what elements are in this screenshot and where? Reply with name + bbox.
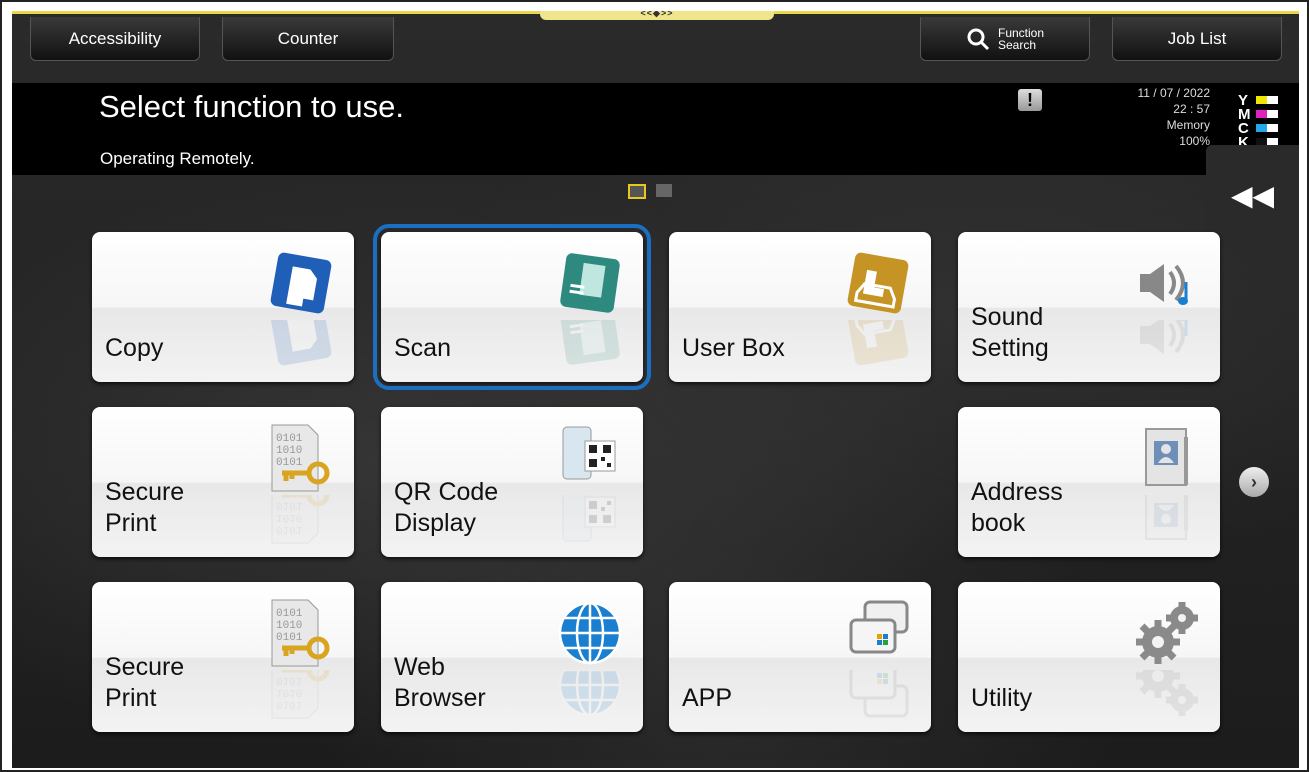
status-date: 11 / 07 / 2022 bbox=[1137, 86, 1210, 100]
svg-text:1010: 1010 bbox=[276, 620, 302, 632]
tile-label: Address book bbox=[971, 478, 1063, 537]
tile-secure-print-2[interactable]: 0101 1010 0101 0101 1010 0101 Secure Print bbox=[92, 582, 354, 732]
toner-levels: YMCK bbox=[1238, 91, 1278, 150]
scan-icon bbox=[555, 248, 625, 318]
display-frame: <<◆>> Accessibility Counter Function Sear… bbox=[0, 0, 1309, 772]
svg-text:0101: 0101 bbox=[276, 499, 303, 511]
toner-fill bbox=[1256, 96, 1267, 104]
tile-label: Scan bbox=[394, 334, 451, 362]
touch-screen: <<◆>> Accessibility Counter Function Sear… bbox=[12, 11, 1299, 768]
svg-text:0101: 0101 bbox=[276, 632, 303, 644]
user-box-icon-reflection bbox=[843, 320, 913, 370]
accessibility-button[interactable]: Accessibility bbox=[30, 17, 200, 61]
tile-label: Utility bbox=[971, 684, 1033, 712]
function-search-label: Function Search bbox=[997, 25, 1045, 52]
counter-button[interactable]: Counter bbox=[222, 17, 394, 61]
sound-icon-reflection bbox=[1132, 320, 1202, 370]
tile-web-browser[interactable]: Web Browser bbox=[381, 582, 643, 732]
svg-text:0101: 0101 bbox=[276, 674, 303, 686]
job-list-button[interactable]: Job List bbox=[1112, 17, 1282, 61]
globe-icon-reflection bbox=[555, 670, 625, 720]
toner-row-m: M bbox=[1238, 105, 1278, 123]
secure-print-icon: 0101 1010 0101 bbox=[266, 598, 336, 668]
page-dot-1[interactable] bbox=[628, 184, 646, 199]
globe-icon bbox=[555, 598, 625, 668]
toner-letter: Y bbox=[1238, 91, 1249, 109]
tile-label: Secure Print bbox=[105, 653, 185, 712]
gear-icon bbox=[1132, 598, 1202, 668]
svg-text:1010: 1010 bbox=[276, 511, 302, 523]
qr-code-icon-reflection bbox=[555, 495, 625, 545]
toner-bar bbox=[1256, 110, 1278, 118]
search-icon bbox=[967, 28, 990, 50]
scan-icon-reflection bbox=[555, 320, 625, 370]
address-book-icon-reflection bbox=[1132, 495, 1202, 545]
tile-app[interactable]: APP bbox=[669, 582, 931, 732]
tile-utility[interactable]: Utility bbox=[958, 582, 1220, 732]
message-subtitle: Operating Remotely. bbox=[100, 149, 255, 168]
tile-secure-print-1[interactable]: 0101 1010 0101 0101 1010 0101 Secure Print bbox=[92, 407, 354, 557]
tile-scan[interactable]: Scan bbox=[373, 224, 651, 390]
tile-label: APP bbox=[682, 684, 733, 712]
tile-label: Web Browser bbox=[394, 653, 486, 712]
tile-user-box[interactable]: User Box bbox=[669, 232, 931, 382]
gear-icon-reflection bbox=[1132, 670, 1202, 720]
tile-label: Secure Print bbox=[105, 478, 185, 537]
svg-text:1010: 1010 bbox=[276, 686, 302, 698]
secure-print-icon-reflection: 0101 1010 0101 bbox=[266, 495, 336, 545]
alert-icon[interactable]: ! bbox=[1018, 89, 1042, 111]
secure-print-icon-reflection: 0101 1010 0101 bbox=[266, 670, 336, 720]
tile-label: User Box bbox=[682, 334, 785, 362]
collapse-panel-button[interactable]: ◀◀ bbox=[1206, 145, 1299, 245]
toner-bar bbox=[1256, 124, 1278, 132]
sound-icon bbox=[1132, 248, 1202, 318]
tile-address-book[interactable]: Address book bbox=[958, 407, 1220, 557]
svg-text:0101: 0101 bbox=[276, 457, 303, 469]
tile-copy[interactable]: Copy bbox=[92, 232, 354, 382]
svg-text:1010: 1010 bbox=[276, 445, 302, 457]
message-title: Select function to use. bbox=[99, 89, 405, 124]
page-dot-2[interactable] bbox=[656, 184, 672, 197]
status-memory-label: Memory bbox=[1166, 118, 1210, 132]
app-icon bbox=[843, 598, 913, 668]
toner-bar bbox=[1256, 96, 1278, 104]
toner-row-y: Y bbox=[1238, 91, 1278, 109]
next-page-button[interactable]: › bbox=[1239, 467, 1269, 497]
toner-fill bbox=[1256, 110, 1267, 118]
toner-letter: M bbox=[1238, 105, 1251, 123]
top-drag-handle[interactable]: <<◆>> bbox=[540, 11, 774, 20]
toner-fill bbox=[1256, 124, 1267, 132]
function-search-button[interactable]: Function Search bbox=[920, 17, 1090, 61]
status-memory-value: 100% bbox=[1179, 134, 1210, 148]
user-box-icon bbox=[843, 248, 913, 318]
tile-sound-setting[interactable]: Sound Setting bbox=[958, 232, 1220, 382]
page-indicator bbox=[628, 184, 672, 199]
secure-print-icon: 0101 1010 0101 bbox=[266, 423, 336, 493]
copy-icon-reflection bbox=[266, 320, 336, 370]
svg-text:0101: 0101 bbox=[276, 698, 303, 710]
svg-text:0101: 0101 bbox=[276, 523, 303, 535]
address-book-icon bbox=[1132, 423, 1202, 493]
status-time: 22 : 57 bbox=[1173, 102, 1210, 116]
app-icon-reflection bbox=[843, 670, 913, 720]
svg-text:0101: 0101 bbox=[276, 608, 303, 620]
tile-label: Sound Setting bbox=[971, 303, 1049, 362]
tile-label: QR Code Display bbox=[394, 478, 499, 537]
status-panel: 11 / 07 / 2022 22 : 57 Memory 100% bbox=[1112, 85, 1210, 149]
svg-text:0101: 0101 bbox=[276, 433, 303, 445]
tile-qr-code-display[interactable]: QR Code Display bbox=[381, 407, 643, 557]
copy-icon bbox=[266, 248, 336, 318]
qr-code-icon bbox=[555, 423, 625, 493]
tile-label: Copy bbox=[105, 334, 164, 362]
toner-row-c: C bbox=[1238, 119, 1278, 137]
toner-letter: C bbox=[1238, 119, 1249, 137]
